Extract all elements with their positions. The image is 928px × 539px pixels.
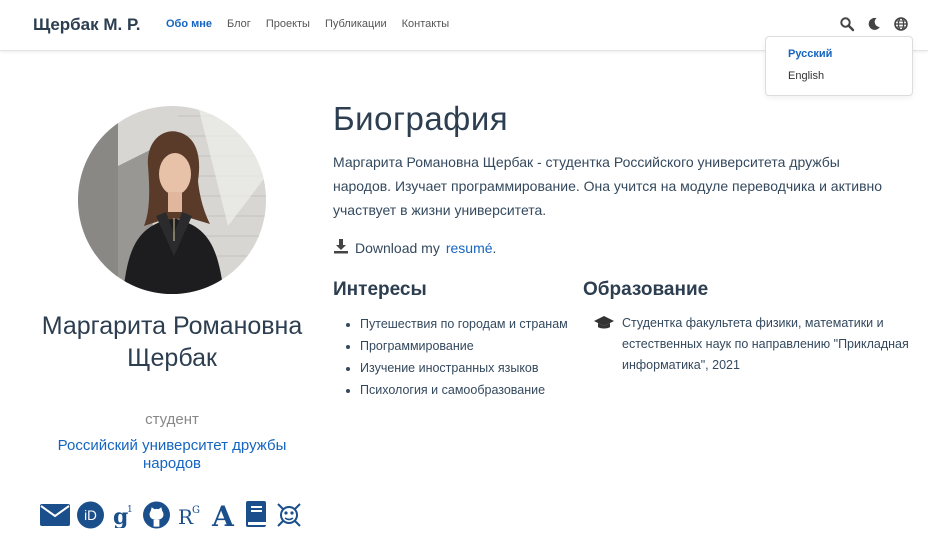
- researchgate-icon[interactable]: RG: [176, 500, 203, 530]
- profile-organization[interactable]: Российский университет дружбы народов: [40, 437, 304, 473]
- search-icon[interactable]: [839, 16, 855, 32]
- svg-text:1: 1: [127, 505, 133, 515]
- interests-list: Путешествия по городам и странам Програм…: [346, 313, 570, 401]
- globe-icon[interactable]: [893, 16, 909, 32]
- resume-link[interactable]: resumé: [446, 240, 493, 256]
- mendeley-icon[interactable]: [275, 500, 302, 530]
- envelope-icon[interactable]: [39, 500, 71, 530]
- svg-text:iD: iD: [84, 508, 97, 523]
- moon-icon[interactable]: [866, 16, 882, 32]
- nav-menu: Обо мне Блог Проекты Публикации Контакты: [166, 18, 449, 30]
- interest-item: Психология и самообразование: [360, 379, 570, 401]
- orcid-icon[interactable]: iD: [77, 500, 104, 530]
- biography-heading: Биография: [333, 100, 509, 137]
- profile-name: Маргарита Романовна Щербак: [41, 312, 303, 372]
- download-label: Download my: [355, 239, 440, 256]
- google-scholar-icon[interactable]: g1: [110, 500, 137, 530]
- education-heading: Образование: [583, 279, 709, 300]
- language-option-english[interactable]: English: [788, 70, 824, 82]
- education-item: Студентка факультета физики, математики …: [594, 313, 914, 376]
- interests-heading: Интересы: [333, 279, 427, 300]
- site-brand[interactable]: Щербак М. Р.: [33, 15, 140, 35]
- nav-item-publications[interactable]: Публикации: [325, 18, 387, 30]
- book-icon[interactable]: [242, 500, 269, 530]
- nav-item-contacts[interactable]: Контакты: [402, 18, 450, 30]
- biography-text: Маргарита Романовна Щербак - студентка Р…: [333, 154, 883, 218]
- github-icon[interactable]: [143, 500, 170, 530]
- svg-text:A: A: [211, 501, 235, 529]
- nav-item-blog[interactable]: Блог: [227, 18, 251, 30]
- svg-text:G: G: [192, 505, 200, 516]
- interest-item: Программирование: [360, 335, 570, 357]
- profile-role: студент: [145, 411, 199, 428]
- download-resume: Download my resumé.: [333, 238, 496, 257]
- education-text: Студентка факультета физики, математики …: [622, 316, 909, 372]
- graduation-cap-icon: [594, 313, 614, 376]
- interest-item: Путешествия по городам и странам: [360, 313, 570, 335]
- social-links: iD g1 RG A: [39, 500, 302, 530]
- download-suffix: .: [492, 239, 497, 256]
- avatar: [78, 106, 266, 294]
- download-icon: [333, 238, 349, 257]
- interest-item: Изучение иностранных языков: [360, 357, 570, 379]
- academia-icon[interactable]: A: [209, 500, 236, 530]
- language-option-russian[interactable]: Русский: [788, 48, 832, 60]
- nav-item-projects[interactable]: Проекты: [266, 18, 310, 30]
- language-dropdown: Русский English: [765, 36, 913, 96]
- nav-item-about[interactable]: Обо мне: [166, 18, 212, 30]
